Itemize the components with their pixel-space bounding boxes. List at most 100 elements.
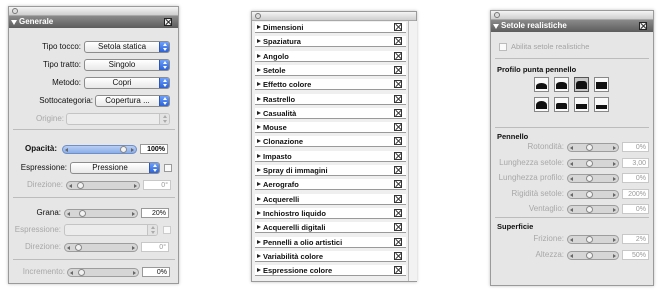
close-box-icon[interactable] <box>394 51 402 60</box>
control-list-item[interactable]: Casualità <box>255 107 406 119</box>
decrease-icon[interactable] <box>570 177 573 181</box>
bristle-setting-slider[interactable] <box>567 189 619 199</box>
disclosure-right-icon[interactable] <box>257 253 261 258</box>
increase-icon[interactable] <box>133 271 136 275</box>
disclosure-right-icon[interactable] <box>257 25 261 29</box>
bristle-setting-field[interactable]: 50% <box>622 249 649 260</box>
bristle-setting-slider[interactable] <box>567 205 619 214</box>
control-list-item[interactable]: Angolo <box>255 50 406 62</box>
increase-icon[interactable] <box>134 184 137 188</box>
decrease-icon[interactable] <box>65 148 68 152</box>
control-list-item[interactable]: Spaziatura <box>255 36 406 48</box>
decrease-icon[interactable] <box>69 184 72 188</box>
increase-icon[interactable] <box>132 246 135 250</box>
disclosure-right-icon[interactable] <box>257 82 261 87</box>
close-box-icon[interactable] <box>394 237 402 246</box>
decrease-icon[interactable] <box>70 271 73 275</box>
bristle-setting-slider[interactable] <box>567 250 619 260</box>
bristle-setting-field[interactable]: 0% <box>622 204 649 214</box>
decrease-icon[interactable] <box>570 161 573 166</box>
bristle-setting-field[interactable]: 200% <box>622 188 649 199</box>
control-list-item[interactable]: Dimensioni <box>255 22 406 33</box>
close-icon[interactable] <box>494 12 500 18</box>
subcategory-select[interactable]: Copertura ... <box>95 95 170 107</box>
invert-checkbox[interactable] <box>164 164 172 172</box>
increase-icon[interactable] <box>613 192 616 197</box>
slider-knob[interactable] <box>586 159 593 167</box>
close-box-icon[interactable] <box>394 194 402 203</box>
close-box-icon[interactable] <box>394 266 402 275</box>
close-box-icon[interactable] <box>394 23 402 31</box>
decrease-icon[interactable] <box>67 246 70 250</box>
close-box-icon[interactable] <box>394 37 402 46</box>
disclosure-right-icon[interactable] <box>257 196 261 201</box>
control-list-item[interactable]: Pennelli a olio artistici <box>255 236 406 248</box>
control-list-item[interactable]: Aerografo <box>255 179 406 191</box>
disclosure-right-icon[interactable] <box>257 96 261 101</box>
increase-icon[interactable] <box>613 238 616 242</box>
slider-knob[interactable] <box>79 210 86 217</box>
close-box-icon[interactable] <box>394 65 402 74</box>
grain-direction-slider[interactable] <box>64 243 138 252</box>
disclosure-right-icon[interactable] <box>257 125 261 130</box>
grain-direction-field[interactable]: 0° <box>141 242 169 252</box>
bristle-setting-slider[interactable] <box>567 235 619 244</box>
tip-profile-option[interactable] <box>534 97 549 112</box>
disclosure-right-icon[interactable] <box>257 110 261 115</box>
control-list-item[interactable]: Clonazione <box>255 136 406 148</box>
disclosure-right-icon[interactable] <box>257 53 261 58</box>
opacity-slider[interactable] <box>62 145 137 154</box>
increase-icon[interactable] <box>613 161 616 166</box>
grain-invert-checkbox[interactable] <box>163 226 171 234</box>
tip-profile-option[interactable] <box>534 77 549 92</box>
disclosure-right-icon[interactable] <box>257 67 261 72</box>
disclosure-right-icon[interactable] <box>257 268 261 273</box>
close-box-icon[interactable] <box>164 18 172 26</box>
disclosure-right-icon[interactable] <box>257 182 261 187</box>
bristles-header[interactable]: Setole realistiche <box>491 20 653 32</box>
tip-profile-option[interactable] <box>574 97 589 112</box>
disclosure-right-icon[interactable] <box>257 153 261 158</box>
slider-knob[interactable] <box>586 144 593 151</box>
decrease-icon[interactable] <box>570 192 573 197</box>
slider-knob[interactable] <box>586 251 593 259</box>
increase-icon[interactable] <box>613 253 616 258</box>
stroke-type-select[interactable]: Singolo <box>84 59 170 71</box>
grain-expression-select[interactable] <box>64 224 158 236</box>
tip-profile-option[interactable] <box>554 97 569 112</box>
increase-icon[interactable] <box>613 177 616 181</box>
slider-knob[interactable] <box>77 182 84 189</box>
grain-field[interactable]: 20% <box>141 208 169 218</box>
bristle-setting-field[interactable]: 0% <box>622 173 649 183</box>
source-select[interactable] <box>66 113 170 125</box>
close-box-icon[interactable] <box>394 151 402 160</box>
expression-select[interactable]: Pressione <box>70 162 160 174</box>
close-box-icon[interactable] <box>394 123 402 132</box>
scrollbar[interactable] <box>408 21 417 281</box>
grain-slider[interactable] <box>64 209 138 218</box>
opacity-field[interactable]: 100% <box>140 144 168 154</box>
enable-bristles-checkbox[interactable] <box>499 43 507 51</box>
bristle-setting-field[interactable]: 3,00 <box>622 157 649 168</box>
close-box-icon[interactable] <box>394 137 402 146</box>
increase-icon[interactable] <box>613 146 616 150</box>
close-box-icon[interactable] <box>639 22 647 30</box>
control-list-item[interactable]: Effetto colore <box>255 79 406 91</box>
close-box-icon[interactable] <box>394 108 402 117</box>
slider-knob[interactable] <box>586 206 593 213</box>
slider-knob[interactable] <box>75 244 82 251</box>
disclosure-right-icon[interactable] <box>257 225 261 230</box>
control-list-item[interactable]: Inchiostro liquido <box>255 207 406 219</box>
method-select[interactable]: Copri <box>84 77 170 89</box>
bristle-setting-slider[interactable] <box>567 143 619 152</box>
direction-slider[interactable] <box>66 181 140 190</box>
disclosure-right-icon[interactable] <box>257 39 261 44</box>
close-box-icon[interactable] <box>394 208 402 217</box>
control-list-item[interactable]: Impasto <box>255 150 406 162</box>
tip-profile-option[interactable] <box>594 77 609 92</box>
close-box-icon[interactable] <box>394 180 402 189</box>
close-box-icon[interactable] <box>394 80 402 89</box>
increment-field[interactable]: 0% <box>142 267 170 277</box>
control-list-item[interactable]: Acquerelli digitali <box>255 222 406 234</box>
disclosure-right-icon[interactable] <box>257 168 261 172</box>
